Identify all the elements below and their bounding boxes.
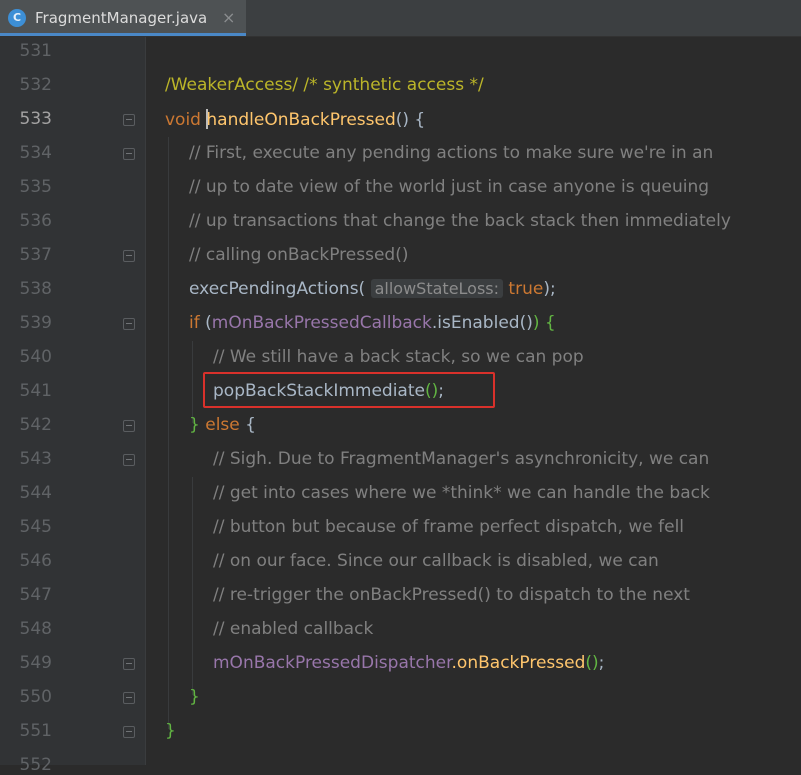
code-line-550: } <box>189 687 200 707</box>
code-line-548: // enabled callback <box>213 619 373 639</box>
comment: // on our face. Since our callback is di… <box>213 551 659 571</box>
tab-label: FragmentManager.java <box>35 9 208 27</box>
comment: // First, execute any pending actions to… <box>189 143 714 163</box>
annotation: /WeakerAccess/ /* synthetic access */ <box>165 75 484 95</box>
matched-brace: } <box>165 721 176 741</box>
line-number: 552 <box>19 755 52 775</box>
line-number: 536 <box>19 211 52 231</box>
line-number: 547 <box>19 585 52 605</box>
code-line-544: // get into cases where we *think* we ca… <box>213 483 710 503</box>
line-number: 531 <box>19 41 52 61</box>
line-number: 541 <box>19 381 52 401</box>
code-line-532: /WeakerAccess/ /* synthetic access */ <box>165 75 484 95</box>
code-line-540: // We still have a back stack, so we can… <box>213 347 584 367</box>
code-editor[interactable]: 531 532 533 534 535 536 537 538 539 540 … <box>0 37 801 775</box>
indent-guide <box>192 341 193 423</box>
indent-guide <box>168 137 169 729</box>
code-line-533: void handleOnBackPressed() { <box>165 109 425 130</box>
code-line-535: // up to date view of the world just in … <box>189 177 709 197</box>
fold-end-icon[interactable] <box>123 420 135 432</box>
comment: // get into cases where we *think* we ca… <box>213 483 710 503</box>
line-number: 543 <box>19 449 52 469</box>
line-number: 551 <box>19 721 52 741</box>
code-line-536: // up transactions that change the back … <box>189 211 731 231</box>
fold-end-icon[interactable] <box>123 726 135 738</box>
line-number: 545 <box>19 517 52 537</box>
matched-brace: } <box>189 415 206 435</box>
line-number: 534 <box>19 143 52 163</box>
code-line-537: // calling onBackPressed() <box>189 245 408 265</box>
keyword: void <box>165 110 201 130</box>
field-name: mOnBackPressedCallback <box>211 313 432 333</box>
code-text: () { <box>395 110 426 130</box>
line-number: 544 <box>19 483 52 503</box>
fold-collapse-icon[interactable] <box>123 454 135 466</box>
line-number: 549 <box>19 653 52 673</box>
matched-brace: } <box>189 687 200 707</box>
highlight-box <box>203 372 495 408</box>
code-line-538: execPendingActions( allowStateLoss: true… <box>189 279 556 299</box>
editor-tab-bar: C FragmentManager.java × <box>0 0 801 37</box>
method-call: .isEnabled() <box>431 313 533 333</box>
indent-guide <box>192 477 193 695</box>
keyword: else <box>205 415 240 435</box>
line-number: 539 <box>19 313 52 333</box>
code-line-549: mOnBackPressedDispatcher.onBackPressed()… <box>213 653 604 673</box>
code-line-546: // on our face. Since our callback is di… <box>213 551 659 571</box>
comment: // up transactions that change the back … <box>189 211 731 231</box>
line-number: 550 <box>19 687 52 707</box>
line-number: 548 <box>19 619 52 639</box>
fold-end-icon[interactable] <box>123 692 135 704</box>
line-number: 542 <box>19 415 52 435</box>
matched-brace: ) { <box>532 313 556 333</box>
line-number-current: 533 <box>19 109 52 129</box>
fold-collapse-icon[interactable] <box>123 318 135 330</box>
line-number: 535 <box>19 177 52 197</box>
parameter-hint: allowStateLoss: <box>370 279 504 298</box>
line-number: 532 <box>19 75 52 95</box>
code-text: { <box>239 415 256 435</box>
line-number-gutter[interactable]: 531 532 533 534 535 536 537 538 539 540 … <box>0 37 145 775</box>
comment: // calling onBackPressed() <box>189 245 409 265</box>
method-name: handleOnBackPressed <box>206 110 396 130</box>
code-text: ; <box>598 653 605 673</box>
java-class-icon: C <box>8 9 26 27</box>
editor-tab-fragmentmanager[interactable]: C FragmentManager.java × <box>0 0 246 36</box>
close-tab-icon[interactable]: × <box>222 8 235 27</box>
comment: // up to date view of the world just in … <box>189 177 710 197</box>
method-call: .onBackPressed <box>451 653 586 673</box>
fold-collapse-icon[interactable] <box>123 114 135 126</box>
code-line-551: } <box>165 721 176 741</box>
line-number: 546 <box>19 551 52 571</box>
code-line-543: // Sigh. Due to FragmentManager's asynch… <box>213 449 709 469</box>
fold-end-icon[interactable] <box>123 250 135 262</box>
code-line-545: // button but because of frame perfect d… <box>213 517 684 537</box>
gutter-divider <box>145 37 146 765</box>
fold-end-icon[interactable] <box>123 658 135 670</box>
fold-collapse-icon[interactable] <box>123 148 135 160</box>
comment: // re-trigger the onBackPressed() to dis… <box>213 585 690 605</box>
line-number: 540 <box>19 347 52 367</box>
comment: // enabled callback <box>213 619 374 639</box>
comment: // button but because of frame perfect d… <box>213 517 685 537</box>
comment: // We still have a back stack, so we can… <box>213 347 584 367</box>
code-line-539: if (mOnBackPressedCallback.isEnabled()) … <box>189 313 556 333</box>
code-line-534: // First, execute any pending actions to… <box>189 143 713 163</box>
line-number: 538 <box>19 279 52 299</box>
keyword: true <box>508 279 544 299</box>
code-line-547: // re-trigger the onBackPressed() to dis… <box>213 585 690 605</box>
code-text: ( <box>199 313 212 333</box>
matched-paren: () <box>585 653 599 673</box>
field-name: mOnBackPressedDispatcher <box>213 653 452 673</box>
method-call: execPendingActions( <box>189 279 366 299</box>
line-number: 537 <box>19 245 52 265</box>
code-line-542: } else { <box>189 415 256 435</box>
comment: // Sigh. Due to FragmentManager's asynch… <box>213 449 710 469</box>
keyword: if <box>189 313 200 333</box>
code-text: ); <box>543 279 556 299</box>
